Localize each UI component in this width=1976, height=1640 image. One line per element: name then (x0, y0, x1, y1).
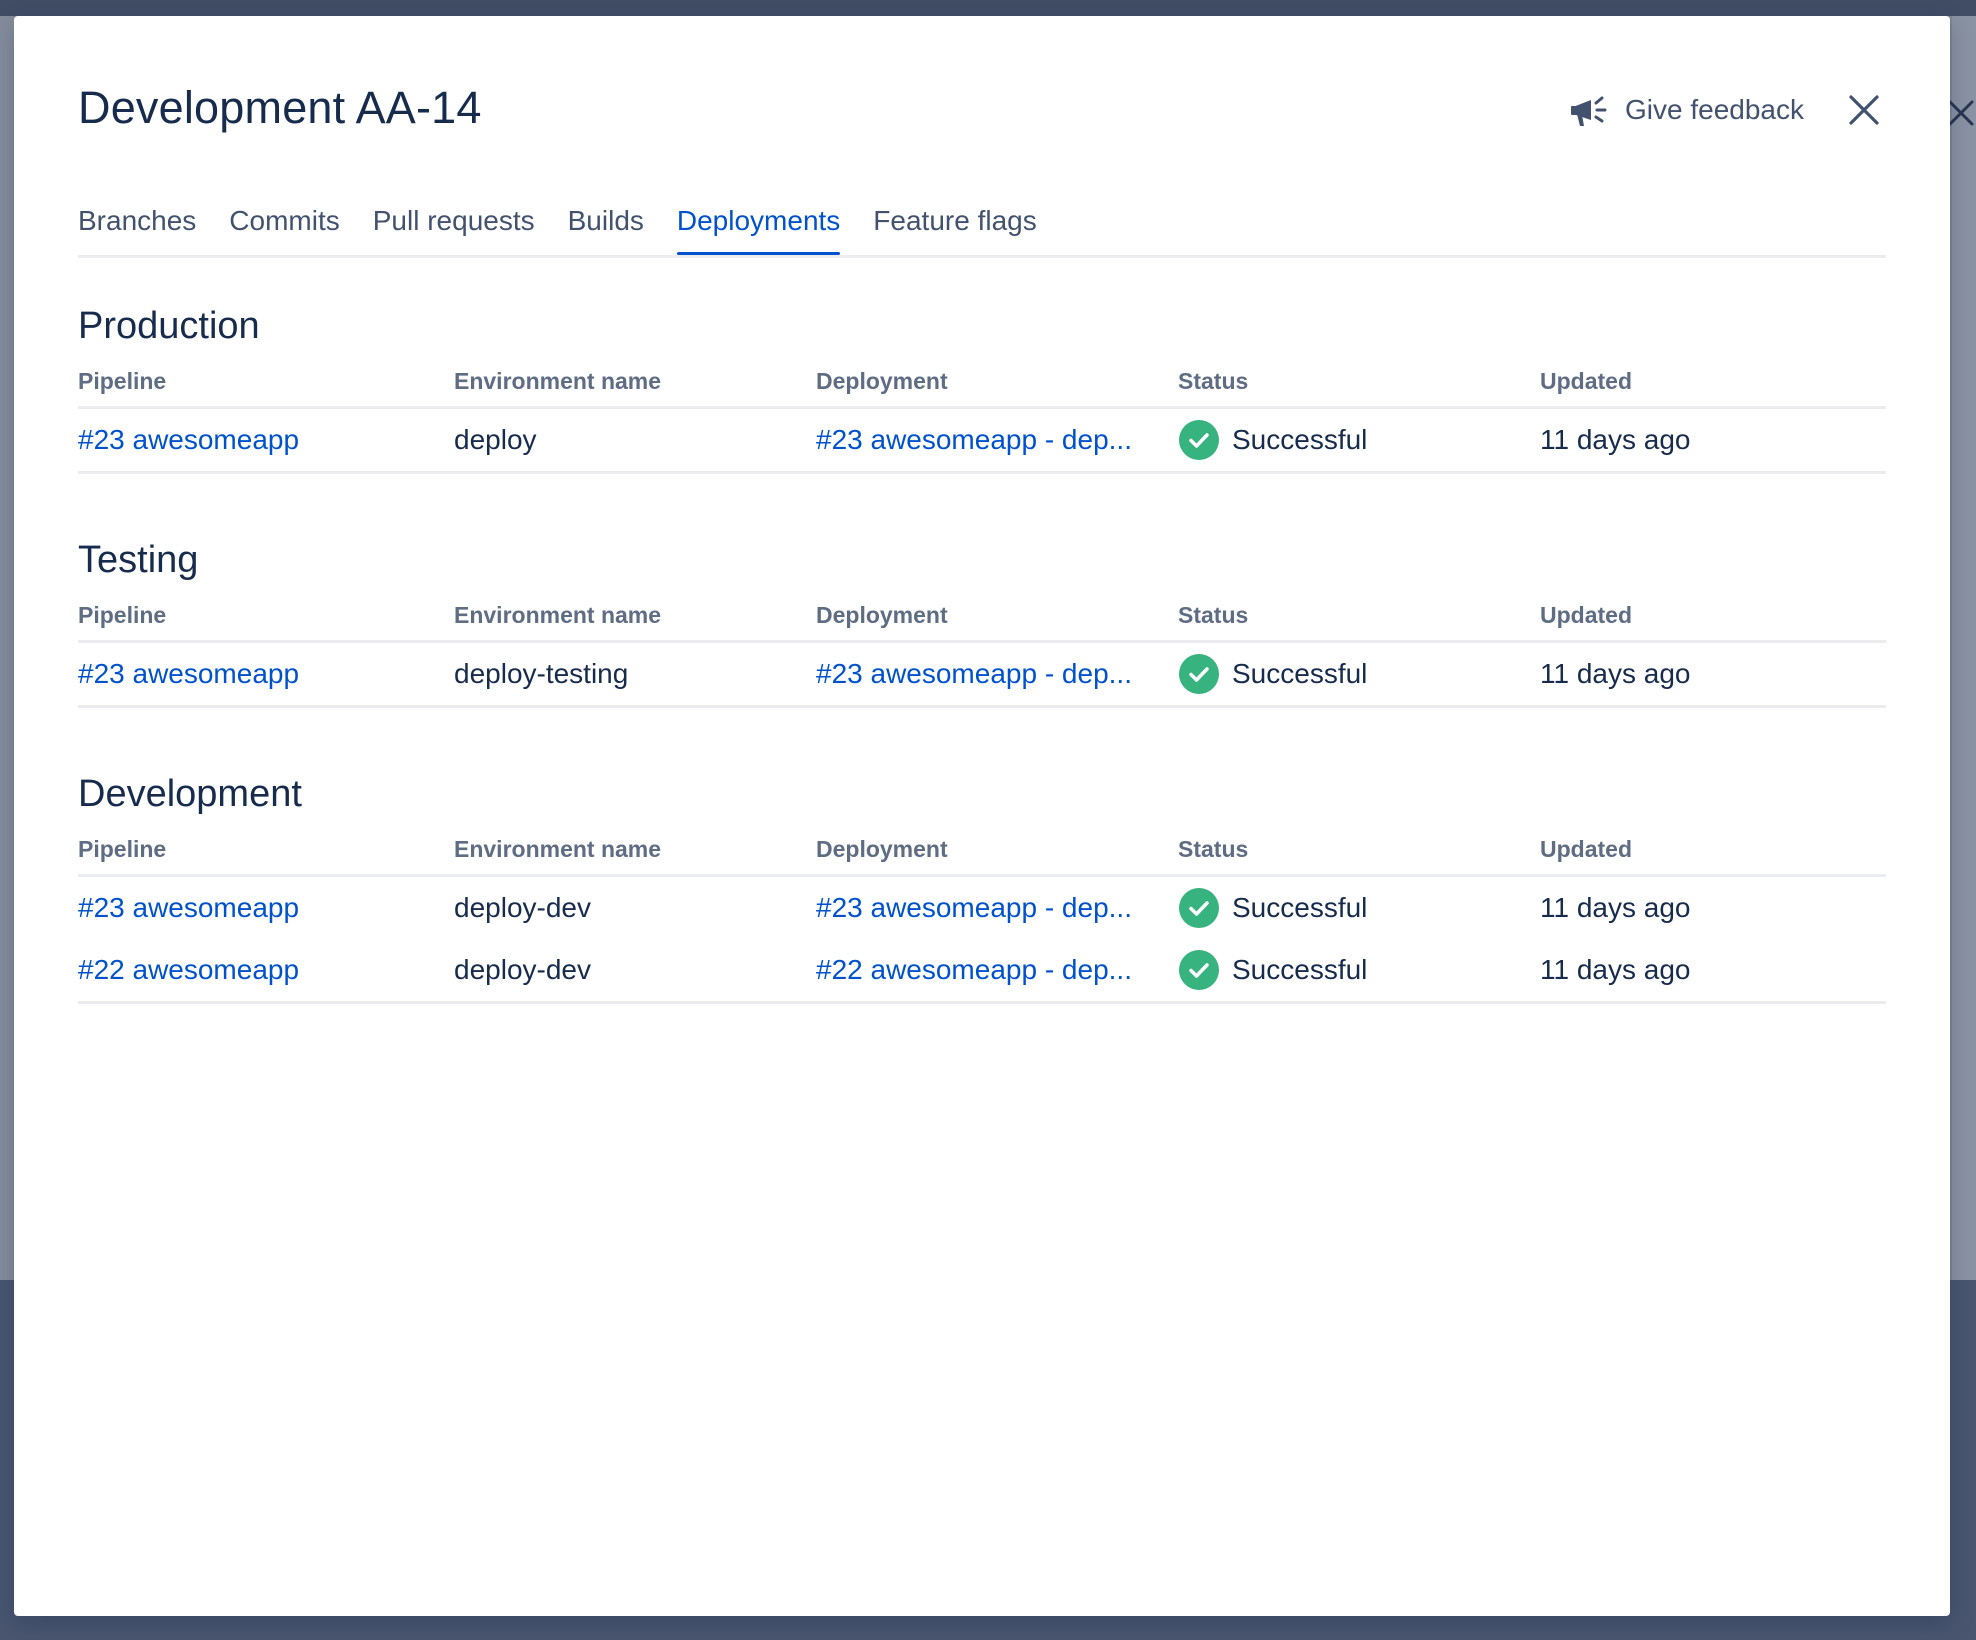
give-feedback-button[interactable]: Give feedback (1569, 90, 1804, 130)
column-header-status: Status (1178, 356, 1540, 409)
tab-pull-requests[interactable]: Pull requests (373, 191, 535, 252)
section-title: Testing (78, 539, 199, 581)
column-header-status: Status (1178, 824, 1540, 877)
tab-deployments[interactable]: Deployments (676, 191, 841, 255)
status-text: Successful (1232, 954, 1368, 985)
close-icon (1849, 95, 1879, 125)
column-header-environment: Environment name (454, 356, 816, 409)
deployments-table-production: Pipeline Environment name Deployment Sta… (78, 356, 1886, 474)
section-title: Production (78, 305, 260, 347)
tab-builds[interactable]: Builds (568, 191, 644, 252)
deployments-table-testing: Pipeline Environment name Deployment Sta… (78, 590, 1886, 708)
table-row: #23 awesomeapp deploy-dev #23 awesomeapp… (78, 876, 1886, 940)
modal-title: Development AA-14 (78, 82, 482, 133)
column-header-environment: Environment name (454, 590, 816, 643)
pipeline-link[interactable]: #23 awesomeapp (78, 658, 299, 689)
table-header-row: Pipeline Environment name Deployment Sta… (78, 356, 1886, 409)
column-header-deployment: Deployment (816, 824, 1178, 877)
deployment-link[interactable]: #23 awesomeapp - dep... (816, 658, 1132, 689)
column-header-deployment: Deployment (816, 356, 1178, 409)
column-header-pipeline: Pipeline (78, 356, 454, 409)
environment-name: deploy-dev (454, 892, 591, 923)
give-feedback-label: Give feedback (1625, 94, 1804, 125)
success-check-icon (1179, 654, 1219, 694)
column-header-environment: Environment name (454, 824, 816, 877)
environment-name: deploy (454, 407, 816, 474)
column-header-status: Status (1178, 590, 1540, 643)
status-cell: Successful (1178, 419, 1540, 461)
success-check-icon (1179, 888, 1219, 928)
deployments-modal: Development AA-14 Give feedback Branches… (14, 16, 1950, 1616)
deployment-link[interactable]: #23 awesomeapp - dep... (816, 892, 1132, 923)
tab-feature-flags[interactable]: Feature flags (873, 191, 1036, 252)
modal-header: Development AA-14 Give feedback (78, 66, 1886, 156)
environment-name: deploy-dev (454, 939, 816, 1004)
updated-time: 11 days ago (1540, 892, 1691, 923)
deployment-link[interactable]: #22 awesomeapp - dep... (816, 954, 1132, 985)
updated-time: 11 days ago (1540, 939, 1886, 1004)
deployment-link[interactable]: #23 awesomeapp - dep... (816, 424, 1132, 455)
pipeline-link[interactable]: #22 awesomeapp (78, 954, 299, 985)
status-cell: Successful (1178, 653, 1540, 695)
megaphone-icon (1571, 96, 1607, 126)
table-row: #23 awesomeapp deploy #23 awesomeapp - d… (78, 407, 1886, 474)
section-title: Development (78, 773, 302, 815)
deployments-table-development: Pipeline Environment name Deployment Sta… (78, 824, 1886, 1004)
close-button[interactable] (1842, 88, 1886, 132)
section-production: Production Pipeline Environment name Dep… (78, 296, 1886, 474)
updated-time: 11 days ago (1540, 407, 1886, 474)
environment-name: deploy-testing (454, 641, 816, 708)
status-text: Successful (1232, 658, 1368, 689)
updated-time: 11 days ago (1540, 641, 1886, 708)
success-check-icon (1179, 420, 1219, 460)
section-development: Development Pipeline Environment name De… (78, 764, 1886, 1004)
table-header-row: Pipeline Environment name Deployment Sta… (78, 590, 1886, 643)
backdrop-right-column (1952, 16, 1976, 1280)
column-header-updated: Updated (1540, 590, 1886, 643)
tab-branches[interactable]: Branches (78, 191, 196, 252)
pipeline-link[interactable]: #23 awesomeapp (78, 892, 299, 923)
status-cell: Successful (1178, 949, 1540, 991)
tab-bar: Branches Commits Pull requests Builds De… (78, 191, 1886, 258)
column-header-deployment: Deployment (816, 590, 1178, 643)
table-row: #23 awesomeapp deploy-testing #23 awesom… (78, 641, 1886, 708)
column-header-updated: Updated (1540, 824, 1886, 877)
backdrop-top-strip (0, 0, 1976, 16)
tab-commits[interactable]: Commits (229, 191, 339, 252)
status-text: Successful (1232, 892, 1368, 923)
table-header-row: Pipeline Environment name Deployment Sta… (78, 824, 1886, 877)
pipeline-link[interactable]: #23 awesomeapp (78, 424, 299, 455)
header-actions: Give feedback (1569, 88, 1886, 132)
table-row: #22 awesomeapp deploy-dev #22 awesomeapp… (78, 939, 1886, 1004)
column-header-updated: Updated (1540, 356, 1886, 409)
success-check-icon (1179, 950, 1219, 990)
status-cell: Successful (1178, 887, 1540, 929)
column-header-pipeline: Pipeline (78, 590, 454, 643)
column-header-pipeline: Pipeline (78, 824, 454, 877)
status-text: Successful (1232, 424, 1368, 455)
backdrop-left-column (0, 16, 14, 1280)
section-testing: Testing Pipeline Environment name Deploy… (78, 530, 1886, 708)
